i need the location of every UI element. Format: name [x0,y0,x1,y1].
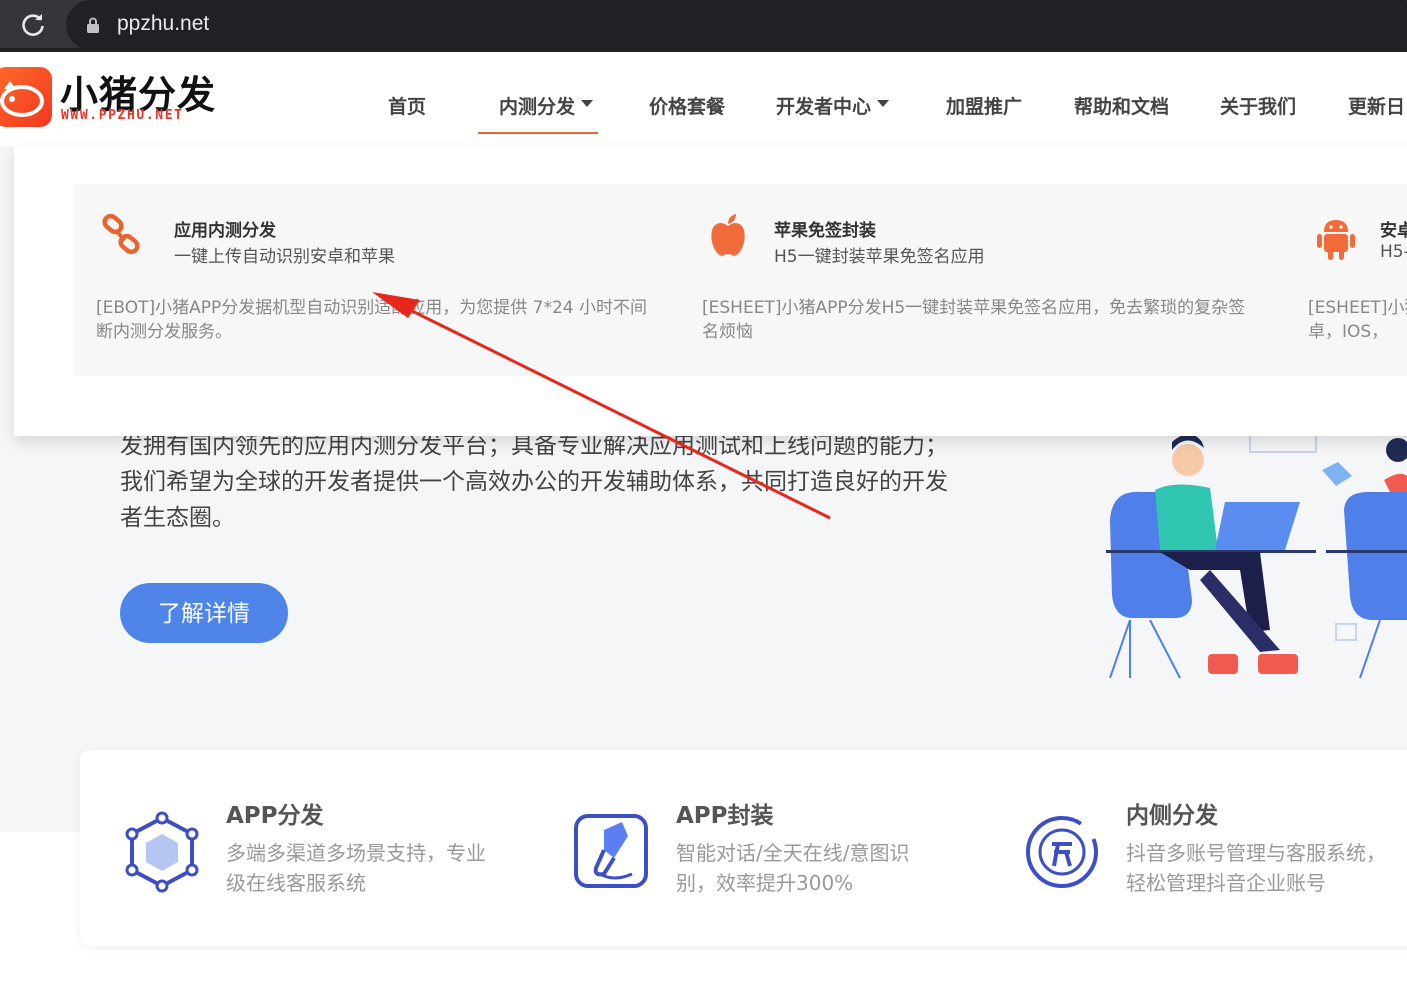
nav-pricing[interactable]: 价格套餐 [649,92,725,119]
nav-active-underline [478,132,598,134]
dropdown-card-subtitle: H5- [1380,242,1407,262]
browser-toolbar: ppzhu.net [0,0,1407,52]
dropdown-card-description: [ESHEET]小猪APP分发H5一键封装苹果免签名应用，免去繁琐的复杂签名烦恼 [702,298,1246,342]
learn-more-button[interactable]: 了解详情 [120,583,288,643]
nav-changelog[interactable]: 更新日 [1348,92,1405,119]
nav-affiliate[interactable]: 加盟推广 [946,92,1022,119]
feature-description: 多端多渠道多场景支持，专业级在线客服系统 [226,841,486,895]
hero-description: 发拥有国内领先的应用内测分发平台；具备专业解决应用测试和上线问题的能力；我们希望… [120,433,948,531]
dropdown-card-description: [EBOT]小猪APP分发据机型自动识别适配应用，为您提供 7*24 小时不间断… [96,298,648,342]
beta-distribution-dropdown: 应用内测分发 一键上传自动识别安卓和苹果 [EBOT]小猪APP分发据机型自动识… [14,146,1407,436]
dropdown-card-app-distribution[interactable]: 应用内测分发 一键上传自动识别安卓和苹果 [EBOT]小猪APP分发据机型自动识… [74,184,674,376]
dropdown-card-title: 应用内测分发 [174,221,276,241]
logo-domain: WWW.PPZHU.NET [61,108,184,123]
reload-icon[interactable] [20,13,46,39]
logo-pig-icon[interactable] [0,67,52,127]
nav-beta-distribution[interactable]: 内测分发 [499,92,594,119]
feature-description: 智能对话/全天在线/意图识别，效率提升300% [676,841,910,895]
free-badge-icon [1026,816,1098,888]
dropdown-card-description: [ESHEET]小猪 安卓，IOS， [1308,298,1407,342]
dropdown-card-apple-wrap[interactable]: 苹果免签封装 H5一键封装苹果免签名应用 [ESHEET]小猪APP分发H5一键… [680,184,1280,376]
nav-home[interactable]: 首页 [388,92,426,119]
url-text[interactable]: ppzhu.net [117,12,209,36]
dropdown-card-title: 苹果免签封装 [774,221,876,241]
feature-title: 内侧分发 [1126,803,1218,829]
dropdown-card-subtitle: H5一键封装苹果免签名应用 [774,247,985,267]
dropdown-panel: 应用内测分发 一键上传自动识别安卓和苹果 [EBOT]小猪APP分发据机型自动识… [74,184,1407,376]
dropdown-card-title: 安卓 [1380,221,1407,241]
dropdown-card-android-wrap[interactable]: 安卓 H5- [ESHEET]小猪 安卓，IOS， [1286,184,1407,376]
cube-network-icon [125,811,199,893]
developer-illustration [1106,420,1407,679]
address-bar[interactable] [66,0,1407,50]
apple-icon [711,214,745,256]
chevron-down-icon [581,100,594,107]
android-icon [1317,220,1355,260]
feature-description: 抖音多账号管理与客服系统，轻松管理抖音企业账号 [1126,841,1386,895]
nav-help-docs[interactable]: 帮助和文档 [1074,92,1169,119]
features-panel: APP分发 多端多渠道多场景支持，专业级在线客服系统 APP封装 智能对话/全天… [80,750,1407,946]
nav-developer-center[interactable]: 开发者中心 [776,92,890,119]
link-icon [102,213,140,255]
pen-package-icon [574,814,648,888]
feature-title: APP封装 [676,803,774,829]
chevron-down-icon [877,100,890,107]
feature-title: APP分发 [226,803,324,829]
dropdown-card-subtitle: 一键上传自动识别安卓和苹果 [174,247,395,267]
site-header: 小猪分发 WWW.PPZHU.NET 首页 内测分发 价格套餐 开发者中心 加盟… [0,56,1407,146]
lock-icon [87,17,99,33]
nav-about[interactable]: 关于我们 [1220,92,1296,119]
